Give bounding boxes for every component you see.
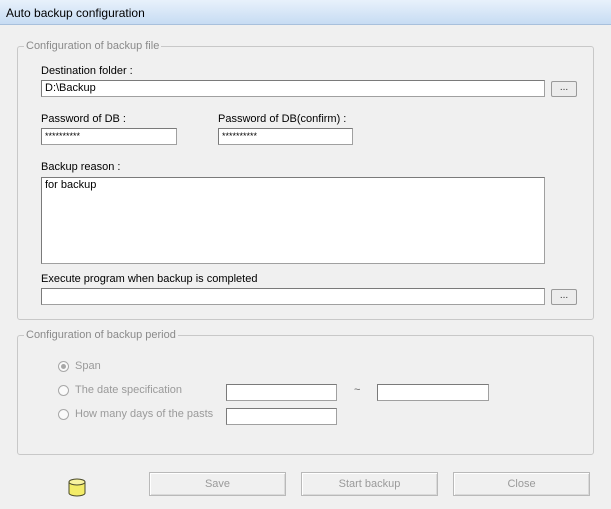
- destination-browse-button[interactable]: ...: [551, 81, 577, 97]
- date-spec-label: The date specification: [75, 384, 183, 396]
- backup-file-legend: Configuration of backup file: [24, 39, 162, 53]
- date-spec-radio[interactable]: [58, 385, 69, 396]
- execute-program-input[interactable]: [41, 288, 545, 305]
- db-password-input[interactable]: **********: [41, 128, 177, 145]
- span-radio[interactable]: [58, 361, 69, 372]
- destination-folder-label: Destination folder :: [41, 65, 133, 77]
- window-title: Auto backup configuration: [6, 6, 145, 20]
- backup-reason-label: Backup reason :: [41, 161, 121, 173]
- days-label: How many days of the pasts: [75, 408, 214, 420]
- db-password-confirm-input[interactable]: **********: [218, 128, 353, 145]
- date-to-input[interactable]: [377, 384, 489, 401]
- backup-period-legend: Configuration of backup period: [24, 328, 178, 342]
- save-button[interactable]: Save: [149, 472, 286, 496]
- execute-browse-button[interactable]: ...: [551, 289, 577, 305]
- db-password-confirm-label: Password of DB(confirm) :: [218, 113, 347, 125]
- destination-folder-input[interactable]: D:\Backup: [41, 80, 545, 97]
- date-separator: ~: [354, 384, 361, 396]
- days-input[interactable]: [226, 408, 337, 425]
- days-radio[interactable]: [58, 409, 69, 420]
- execute-program-label: Execute program when backup is completed: [41, 273, 258, 285]
- date-from-input[interactable]: [226, 384, 337, 401]
- db-password-label: Password of DB :: [41, 113, 126, 125]
- title-bar: Auto backup configuration: [0, 0, 611, 25]
- span-label: Span: [75, 360, 101, 372]
- start-backup-button[interactable]: Start backup: [301, 472, 438, 496]
- database-icon: [68, 478, 86, 497]
- backup-reason-textarea[interactable]: for backup: [41, 177, 545, 264]
- close-button[interactable]: Close: [453, 472, 590, 496]
